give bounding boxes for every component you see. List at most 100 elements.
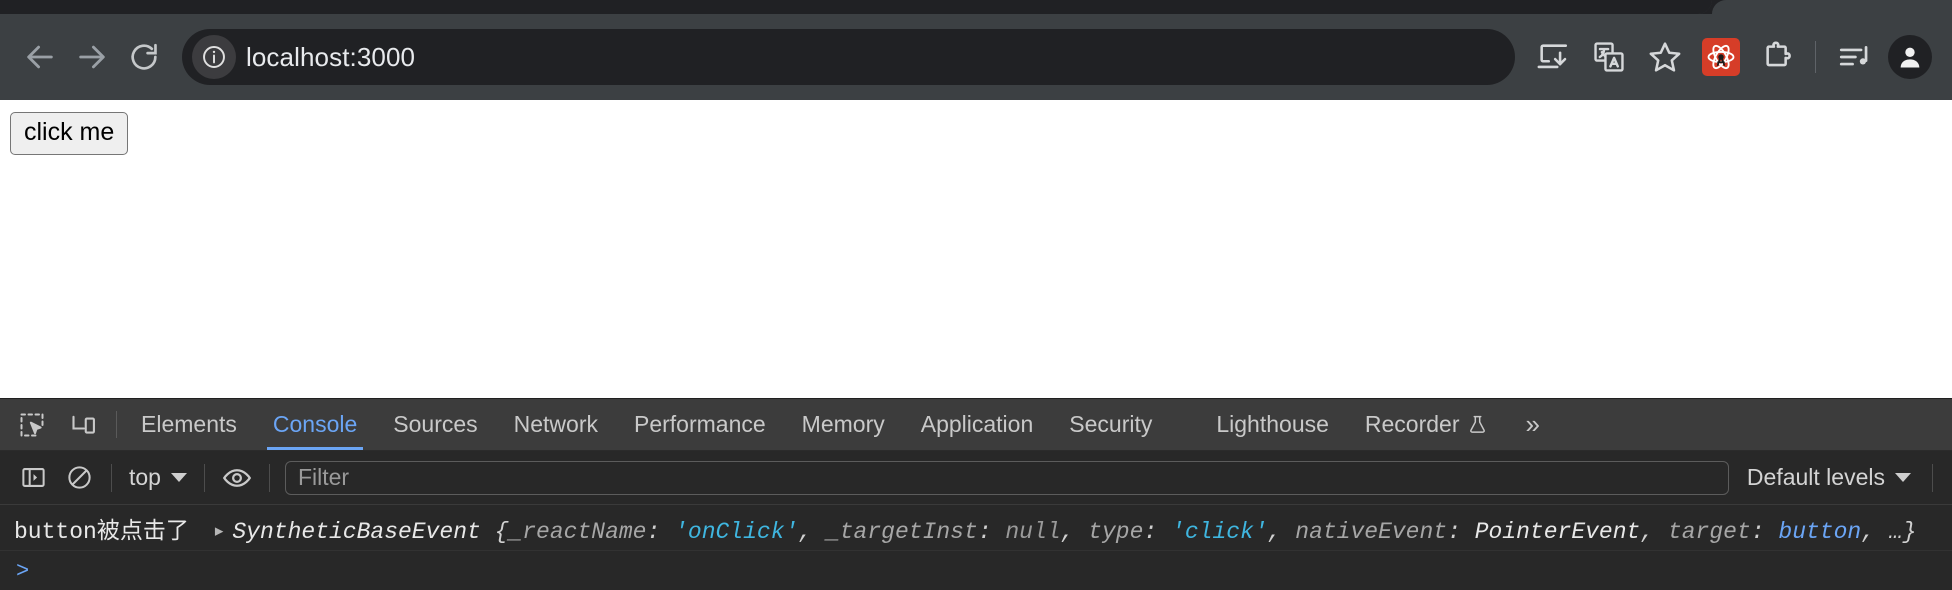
log-levels-selector[interactable]: Default levels: [1735, 464, 1923, 491]
tab-label: Lighthouse: [1216, 411, 1329, 437]
react-extension-badge: [1702, 38, 1740, 76]
console-sidebar-toggle-button[interactable]: [10, 455, 56, 501]
prop-value-4[interactable]: button: [1778, 519, 1861, 545]
tab-label: Elements: [141, 411, 237, 437]
prop-value-2: 'click': [1171, 519, 1268, 545]
tab-label: Memory: [801, 411, 885, 437]
inspect-element-button[interactable]: [6, 399, 58, 450]
prop-sep-0: :: [646, 519, 675, 545]
bookmark-button[interactable]: [1637, 29, 1693, 85]
tab-application[interactable]: Application: [903, 399, 1052, 450]
tab-curve: [1686, 0, 1712, 14]
media-controls-button[interactable]: [1826, 29, 1882, 85]
tab-label: Sources: [393, 411, 478, 437]
inspect-element-icon: [20, 413, 44, 436]
tab-sources[interactable]: Sources: [375, 399, 495, 450]
more-tabs-label: »: [1525, 409, 1540, 439]
toolbar-divider: [1932, 463, 1933, 492]
console-sidebar-icon: [21, 468, 45, 487]
tab-label: Recorder: [1364, 411, 1460, 437]
log-levels-value: Default levels: [1746, 464, 1885, 490]
reload-icon: [131, 43, 157, 70]
back-button[interactable]: [14, 31, 66, 83]
forward-arrow-icon: [79, 45, 105, 69]
toolbar-divider: [1815, 41, 1816, 73]
page-viewport: click me: [0, 100, 1952, 398]
tab-label: Console: [272, 411, 358, 437]
prop-sep-1: :: [977, 519, 1006, 545]
toolbar-divider: [111, 463, 112, 492]
tab-security[interactable]: Security: [1051, 399, 1170, 450]
browser-toolbar: localhost:3000: [0, 14, 1952, 100]
devtools-tab-bar: Elements Console Sources Network Perform…: [0, 399, 1952, 451]
clear-console-button[interactable]: [56, 455, 102, 501]
extensions-button[interactable]: [1749, 29, 1805, 85]
info-circle-icon: [203, 46, 225, 68]
tab-label: Network: [513, 411, 598, 437]
entry-separator: ,: [1267, 519, 1296, 545]
tab-memory[interactable]: Memory: [784, 399, 903, 450]
media-playlist-icon: [1839, 46, 1868, 66]
profile-avatar-icon: [1900, 47, 1920, 68]
forward-button[interactable]: [66, 31, 118, 83]
address-bar[interactable]: localhost:3000: [182, 29, 1515, 85]
tab-network[interactable]: Network: [496, 399, 616, 450]
reload-button[interactable]: [118, 31, 170, 83]
active-browser-tab[interactable]: [1712, 0, 1952, 14]
chevron-down-icon: [1895, 473, 1911, 482]
avatar: [1888, 35, 1932, 79]
console-log-row[interactable]: button被点击了 ▸ SyntheticBaseEvent {_reactN…: [0, 505, 1952, 551]
site-information-button[interactable]: [192, 35, 236, 79]
chevron-down-icon: [170, 473, 187, 482]
react-atom-icon: [1707, 44, 1735, 70]
tab-performance[interactable]: Performance: [616, 399, 784, 450]
filter-placeholder: Filter: [297, 464, 350, 490]
device-toolbar-button[interactable]: [58, 399, 110, 450]
open-brace: {: [494, 519, 509, 545]
entry-separator: ,: [1060, 519, 1089, 545]
tab-console[interactable]: Console: [255, 399, 375, 450]
console-filter-input[interactable]: Filter: [284, 460, 1729, 495]
tab-strip: [0, 0, 1952, 14]
prop-key-0: _reactName: [508, 519, 647, 545]
entry-separator: ,: [798, 519, 826, 545]
devtools-panel: Elements Console Sources Network Perform…: [0, 398, 1952, 590]
react-devtools-extension-button[interactable]: [1693, 29, 1749, 85]
close-brace: }: [1902, 519, 1917, 545]
console-log-message: button被点击了: [14, 519, 189, 545]
install-app-button[interactable]: [1525, 29, 1581, 85]
console-output: button被点击了 ▸ SyntheticBaseEvent {_reactN…: [0, 505, 1952, 590]
prop-key-4: target: [1667, 519, 1751, 545]
truncation-ellipsis: …: [1888, 519, 1903, 545]
prompt-chevron-icon: >: [16, 559, 30, 584]
devtools-tab-divider: [116, 411, 117, 438]
extensions-puzzle-icon: [1766, 41, 1791, 67]
install-app-icon: [1537, 44, 1568, 69]
translate-icon: [1594, 42, 1624, 72]
execution-context-selector[interactable]: top: [121, 464, 195, 491]
prop-value-0: 'onClick': [674, 519, 799, 545]
prop-sep-2: :: [1143, 519, 1172, 545]
live-expression-button[interactable]: [214, 455, 260, 501]
click-me-button[interactable]: click me: [10, 112, 129, 155]
profile-button[interactable]: [1882, 29, 1938, 85]
expand-object-arrow-icon[interactable]: ▸: [215, 521, 224, 542]
experiment-flask-icon: [1469, 415, 1485, 433]
tab-elements[interactable]: Elements: [123, 399, 255, 450]
translate-button[interactable]: [1581, 29, 1637, 85]
prop-sep-3: :: [1447, 519, 1475, 545]
device-toolbar-icon: [72, 415, 95, 434]
clear-console-icon: [67, 466, 91, 489]
more-tabs-button[interactable]: »: [1506, 399, 1560, 450]
toolbar-divider: [203, 463, 205, 492]
toolbar-divider: [268, 463, 270, 492]
prop-sep-4: :: [1750, 519, 1779, 545]
tab-lighthouse[interactable]: Lighthouse: [1198, 399, 1347, 450]
console-prompt[interactable]: >: [0, 551, 1952, 584]
tab-label: Security: [1069, 411, 1153, 437]
object-preview[interactable]: SyntheticBaseEvent {_reactName: 'onClick…: [232, 519, 1916, 545]
bookmark-star-icon: [1649, 42, 1681, 72]
object-constructor-name: SyntheticBaseEvent: [232, 519, 481, 545]
entry-separator: ,: [1640, 519, 1668, 545]
tab-recorder[interactable]: Recorder: [1347, 399, 1506, 450]
